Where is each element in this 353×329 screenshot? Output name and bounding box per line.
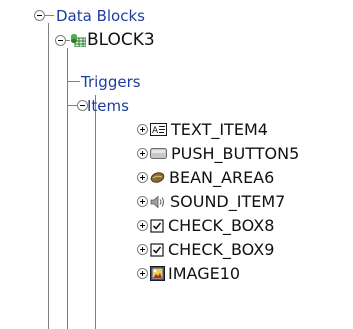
item-label: IMAGE10 [168,263,241,283]
expand-item-toggle[interactable] [137,172,148,183]
check-box-icon [150,242,164,257]
text-item-icon: A [150,123,167,136]
tree-item-row[interactable]: A TEXT_ITEM4 [150,119,268,139]
item-label: CHECK_BOX8 [168,215,275,235]
check-box-icon [150,218,164,233]
bean-area-icon [150,172,165,183]
triggers-label: Triggers [81,72,141,91]
svg-text:A: A [152,126,159,136]
tree-node-data-blocks[interactable]: Data Blocks [56,5,145,25]
sound-item-icon [150,195,164,208]
item-label: PUSH_BUTTON5 [171,143,300,163]
item-label: CHECK_BOX9 [168,239,275,259]
collapse-data-blocks-toggle[interactable] [34,10,45,21]
data-block-icon [71,34,86,47]
tree-item-row[interactable]: PUSH_BUTTON5 [150,143,299,163]
item-label: SOUND_ITEM7 [170,191,286,211]
object-navigator-tree: Data Blocks BLOCK3 Triggers Items A TEXT… [0,0,353,329]
tree-connector-items [67,105,77,106]
tree-line-level-1 [48,23,49,329]
items-label: Items [87,96,129,115]
item-label: TEXT_ITEM4 [171,119,268,139]
tree-connector-triggers [67,81,80,82]
push-button-icon [150,148,167,159]
expand-item-toggle[interactable] [137,268,148,279]
tree-item-row[interactable]: CHECK_BOX9 [150,239,274,259]
collapse-block3-toggle[interactable] [55,35,66,46]
expand-item-toggle[interactable] [137,244,148,255]
expand-item-toggle[interactable] [137,220,148,231]
tree-item-row[interactable]: SOUND_ITEM7 [150,191,285,211]
tree-line-level-3 [95,95,96,329]
tree-item-row[interactable]: BEAN_AREA6 [150,167,274,187]
tree-connector-data-blocks [45,15,54,16]
tree-node-items[interactable]: Items [87,95,129,115]
image-item-icon [150,266,165,281]
tree-item-row[interactable]: IMAGE10 [150,263,240,283]
expand-item-toggle[interactable] [137,196,148,207]
tree-node-block3[interactable]: BLOCK3 [70,30,155,50]
block3-label: BLOCK3 [87,30,155,50]
tree-line-level-2 [67,48,68,329]
expand-item-toggle[interactable] [137,148,148,159]
expand-item-toggle[interactable] [137,124,148,135]
data-blocks-label: Data Blocks [56,6,145,25]
item-label: BEAN_AREA6 [169,167,275,187]
tree-item-row[interactable]: CHECK_BOX8 [150,215,274,235]
tree-node-triggers[interactable]: Triggers [81,71,141,91]
